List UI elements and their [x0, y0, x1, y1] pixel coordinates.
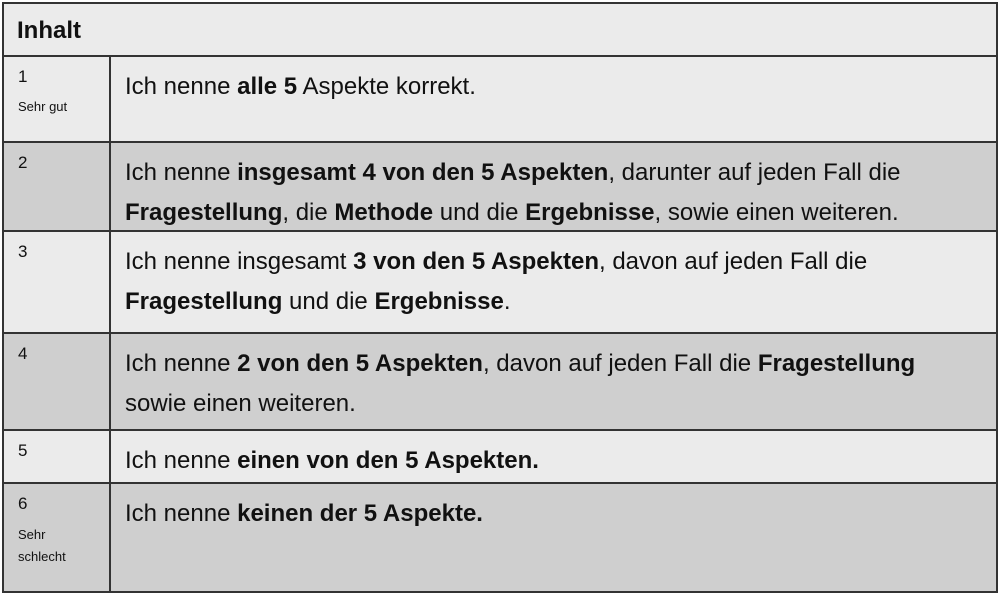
description-emphasis: Ergebnisse: [525, 199, 655, 226]
description-emphasis: alle 5: [237, 73, 298, 100]
grade-cell: 3: [4, 232, 111, 332]
grade-number: 2: [18, 153, 28, 172]
table-row-grade-6: 6 Sehr schlecht Ich nenne keinen der 5 A…: [2, 484, 998, 593]
description-text: , die: [282, 199, 335, 226]
description-text: Ich nenne: [125, 159, 238, 186]
table-row-grade-5: 5 Ich nenne einen von den 5 Aspekten.: [2, 431, 998, 484]
table-row-grade-4: 4 Ich nenne 2 von den 5 Aspekten, davon …: [2, 334, 998, 431]
grade-number: 5: [18, 441, 28, 460]
table-header: Inhalt: [2, 2, 998, 57]
table-row-grade-3: 3 Ich nenne insgesamt 3 von den 5 Aspekt…: [2, 232, 998, 334]
description-text: und die: [282, 288, 375, 315]
grade-number: 6: [18, 494, 28, 513]
grade-label: Sehr gut: [18, 99, 68, 114]
grade-cell: 5: [4, 431, 111, 482]
description-emphasis: 3 von den 5 Aspekten: [353, 248, 599, 275]
description-text: Ich nenne: [125, 350, 238, 377]
description-text: Aspekte korrekt.: [297, 73, 476, 100]
description-cell: Ich nenne insgesamt 4 von den 5 Aspekten…: [111, 143, 996, 230]
description-text: sowie einen weiteren.: [125, 390, 356, 417]
description-emphasis: Fragestellung: [125, 288, 283, 315]
description-cell: Ich nenne alle 5 Aspekte korrekt.: [111, 57, 996, 141]
description-text: , davon auf jeden Fall die: [599, 248, 868, 275]
grade-number: 1: [18, 67, 28, 86]
description-emphasis: keinen der 5 Aspekte.: [237, 500, 483, 527]
description-cell: Ich nenne einen von den 5 Aspekten.: [111, 431, 996, 482]
grading-rubric-table: Inhalt 1 Sehr gut Ich nenne alle 5 Aspek…: [0, 0, 1002, 595]
description-emphasis: einen von den 5 Aspekten.: [237, 447, 539, 474]
description-emphasis: insgesamt 4 von den 5 Aspekten: [237, 159, 609, 186]
table-row-grade-1: 1 Sehr gut Ich nenne alle 5 Aspekte korr…: [2, 57, 998, 143]
description-text: , davon auf jeden Fall die: [482, 350, 758, 377]
description-text: Ich nenne: [125, 447, 238, 474]
description-text: .: [503, 288, 511, 315]
description-cell: Ich nenne 2 von den 5 Aspekten, davon au…: [111, 334, 996, 429]
description-text: und die: [433, 199, 526, 226]
description-emphasis: Methode: [334, 199, 434, 226]
description-cell: Ich nenne keinen der 5 Aspekte.: [111, 484, 996, 591]
description-text: Ich nenne: [125, 73, 238, 100]
table-row-grade-2: 2 Ich nenne insgesamt 4 von den 5 Aspekt…: [2, 143, 998, 232]
description-emphasis: 2 von den 5 Aspekten: [237, 350, 483, 377]
description-emphasis: Ergebnisse: [374, 288, 504, 315]
grade-cell: 4: [4, 334, 111, 429]
grade-label: Sehr schlecht: [18, 527, 66, 564]
description-emphasis: Fragestellung: [757, 350, 916, 377]
grade-cell: 1 Sehr gut: [4, 57, 111, 141]
description-text: , darunter auf jeden Fall die: [608, 159, 901, 186]
grade-number: 4: [18, 344, 28, 363]
grade-number: 3: [18, 242, 28, 261]
description-text: Ich nenne insgesamt: [125, 248, 354, 275]
header-title: Inhalt: [17, 17, 81, 44]
grade-cell: 6 Sehr schlecht: [4, 484, 111, 591]
description-text: , sowie einen weiteren.: [654, 199, 899, 226]
grade-cell: 2: [4, 143, 111, 230]
description-cell: Ich nenne insgesamt 3 von den 5 Aspekten…: [111, 232, 996, 332]
description-text: Ich nenne: [125, 500, 238, 527]
description-emphasis: Fragestellung: [125, 199, 283, 226]
